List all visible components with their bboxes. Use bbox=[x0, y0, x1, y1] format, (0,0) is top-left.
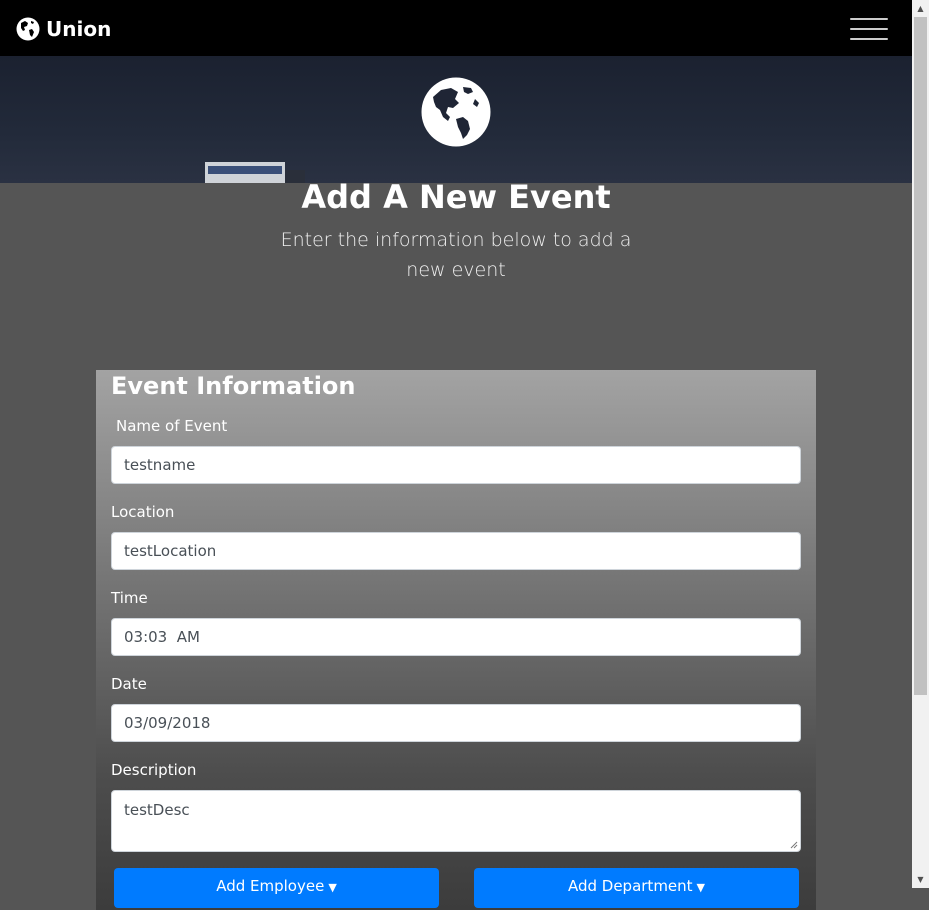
location-label: Location bbox=[111, 503, 175, 521]
add-department-button[interactable]: Add Department ▼ bbox=[474, 868, 799, 908]
resize-grip-icon[interactable] bbox=[790, 841, 798, 849]
vertical-scrollbar[interactable]: ▲ ▼ bbox=[912, 0, 929, 888]
navbar-brand[interactable]: Union bbox=[16, 16, 111, 42]
scroll-up-arrow-icon[interactable]: ▲ bbox=[912, 0, 929, 17]
top-navbar: Union bbox=[0, 0, 912, 56]
add-employee-button[interactable]: Add Employee ▼ bbox=[114, 868, 439, 908]
description-textarea[interactable]: testDesc bbox=[111, 790, 801, 852]
time-label: Time bbox=[111, 589, 148, 607]
event-information-card: Event Information Name of Event testname… bbox=[96, 370, 816, 910]
hamburger-menu-icon[interactable] bbox=[850, 16, 888, 42]
add-department-label: Add Department bbox=[567, 877, 693, 895]
page-title: Add A New Event bbox=[301, 178, 611, 216]
page-subtitle: Enter the information below to add a new… bbox=[280, 229, 632, 281]
location-input[interactable]: testLocation bbox=[111, 532, 801, 570]
caret-down-icon: ▼ bbox=[328, 881, 337, 894]
scroll-down-arrow-icon[interactable]: ▼ bbox=[912, 871, 929, 888]
globe-americas-icon bbox=[421, 77, 491, 147]
date-label: Date bbox=[111, 675, 147, 693]
caret-down-icon: ▼ bbox=[696, 881, 706, 894]
brand-name: Union bbox=[46, 17, 112, 41]
date-input[interactable]: 03/09/2018 bbox=[111, 704, 801, 742]
description-text: testDesc bbox=[124, 801, 190, 819]
time-input[interactable]: 03:03 AM bbox=[111, 618, 801, 656]
card-title: Event Information bbox=[111, 372, 356, 400]
scrollbar-thumb[interactable] bbox=[914, 17, 927, 695]
name-of-event-input[interactable]: testname bbox=[111, 446, 801, 484]
description-label: Description bbox=[111, 761, 197, 779]
name-of-event-label: Name of Event bbox=[116, 417, 228, 435]
add-employee-label: Add Employee bbox=[216, 877, 325, 895]
globe-icon bbox=[16, 17, 40, 41]
